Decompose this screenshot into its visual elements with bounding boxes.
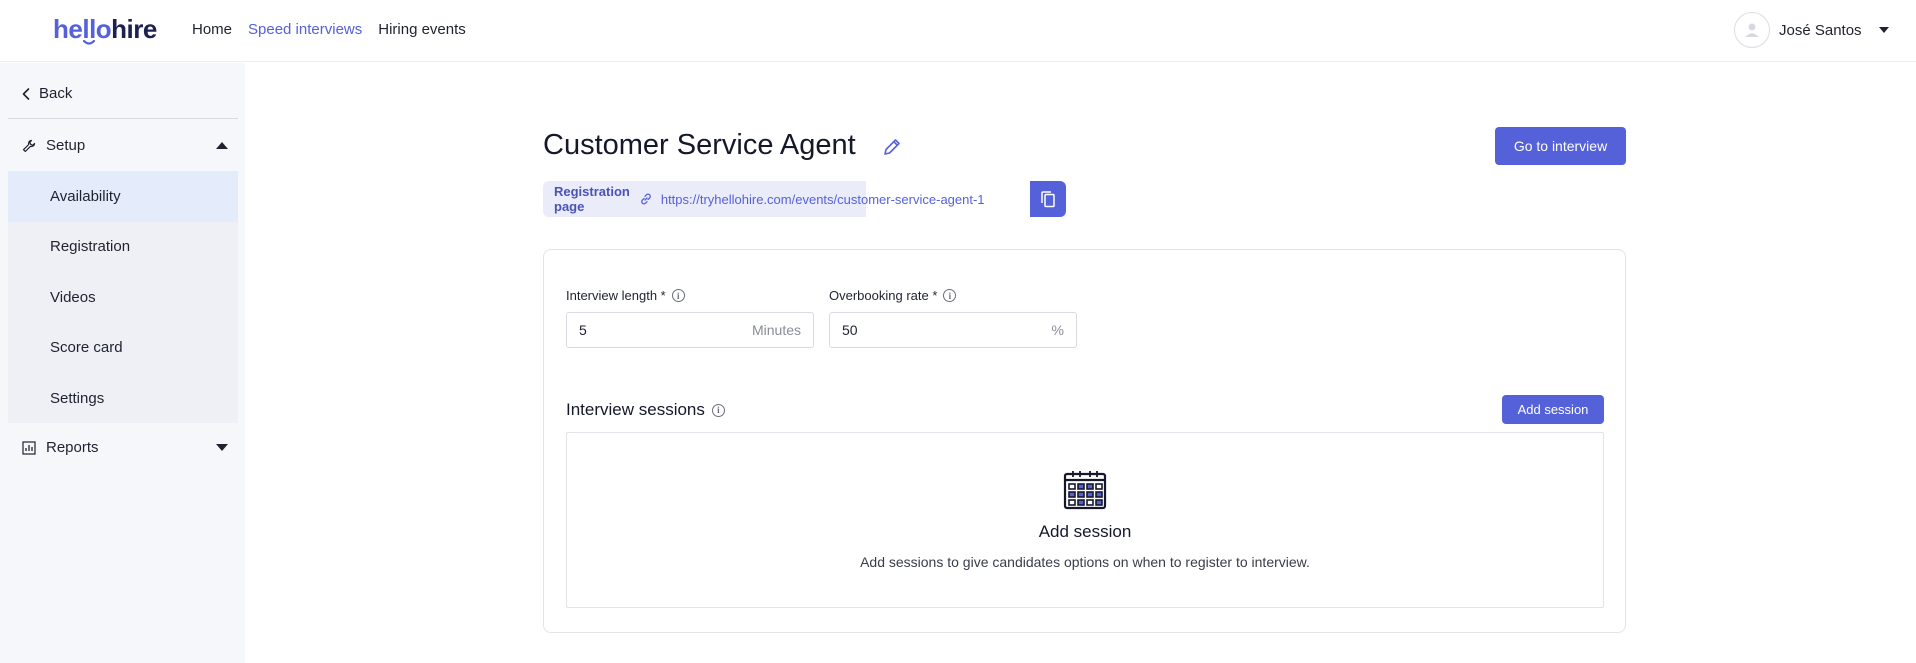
- chevron-down-icon: [216, 444, 228, 451]
- sidebar-item-score-card[interactable]: Score card: [8, 323, 238, 374]
- minutes-suffix: Minutes: [751, 322, 801, 338]
- chevron-down-icon: [1878, 27, 1889, 33]
- add-session-button[interactable]: Add session: [1502, 395, 1604, 424]
- main-nav: Home Speed interviews Hiring events: [192, 21, 466, 38]
- user-name: José Santos: [1779, 21, 1862, 39]
- hellohire-logo[interactable]: hellohire: [53, 14, 157, 45]
- sidebar-section-reports[interactable]: Reports: [22, 439, 228, 456]
- user-avatar-icon: [1734, 12, 1770, 48]
- interview-sessions-heading: Interview sessions i: [566, 400, 725, 420]
- chevron-left-icon: [22, 87, 30, 100]
- reports-label: Reports: [46, 439, 99, 456]
- overbooking-rate-input[interactable]: [842, 322, 1052, 338]
- sidebar-section-setup[interactable]: Setup: [22, 137, 228, 154]
- back-link[interactable]: Back: [22, 85, 72, 102]
- registration-url-link[interactable]: https://tryhellohire.com/events/customer…: [661, 192, 985, 207]
- logo-hire-text: hire: [111, 14, 157, 44]
- info-icon[interactable]: i: [711, 403, 725, 417]
- copy-icon: [1041, 191, 1055, 208]
- go-to-interview-button[interactable]: Go to interview: [1495, 127, 1626, 165]
- overbooking-rate-label: Overbooking rate * i: [829, 288, 957, 303]
- empty-state-title: Add session: [1038, 522, 1132, 541]
- sessions-empty-state: Add session Add sessions to give candida…: [566, 432, 1604, 608]
- back-label: Back: [39, 85, 73, 102]
- registration-label: Registration page: [554, 184, 630, 214]
- nav-speed-interviews[interactable]: Speed interviews: [248, 21, 362, 38]
- percent-suffix: %: [1051, 322, 1064, 338]
- setup-subnav: Availability Registration Videos Score c…: [8, 171, 238, 423]
- copy-url-button[interactable]: [1030, 181, 1066, 217]
- bar-chart-icon: [22, 440, 36, 455]
- overbooking-rate-field[interactable]: %: [829, 312, 1077, 348]
- logo-smile-icon: [83, 40, 95, 45]
- link-icon: [639, 192, 653, 206]
- interview-length-field[interactable]: Minutes: [566, 312, 814, 348]
- chevron-up-icon: [216, 142, 228, 149]
- availability-card: Interview length * i Minutes Overbooking…: [543, 249, 1626, 633]
- sidebar: Back Setup Availability Registration Vid…: [0, 63, 245, 663]
- interview-length-input[interactable]: [579, 322, 752, 338]
- wrench-icon: [22, 139, 36, 152]
- info-icon[interactable]: i: [943, 289, 957, 302]
- empty-state-description: Add sessions to give candidates options …: [860, 554, 1310, 570]
- calendar-icon: [1063, 471, 1107, 510]
- sidebar-divider: [8, 118, 238, 119]
- sidebar-item-registration[interactable]: Registration: [8, 222, 238, 273]
- nav-home[interactable]: Home: [192, 21, 232, 38]
- top-bar: hellohire Home Speed interviews Hiring e…: [0, 0, 1916, 62]
- sidebar-item-settings[interactable]: Settings: [8, 373, 238, 424]
- registration-page-bar: Registration page https://tryhellohire.c…: [543, 181, 985, 217]
- pencil-icon[interactable]: [882, 137, 902, 157]
- sidebar-item-videos[interactable]: Videos: [8, 272, 238, 323]
- info-icon[interactable]: i: [671, 289, 685, 302]
- nav-hiring-events[interactable]: Hiring events: [378, 21, 466, 38]
- setup-label: Setup: [46, 137, 86, 154]
- interview-length-label: Interview length * i: [566, 288, 685, 303]
- page-title: Customer Service Agent: [543, 129, 856, 161]
- sidebar-item-availability[interactable]: Availability: [8, 171, 238, 222]
- user-menu[interactable]: José Santos: [1734, 12, 1889, 48]
